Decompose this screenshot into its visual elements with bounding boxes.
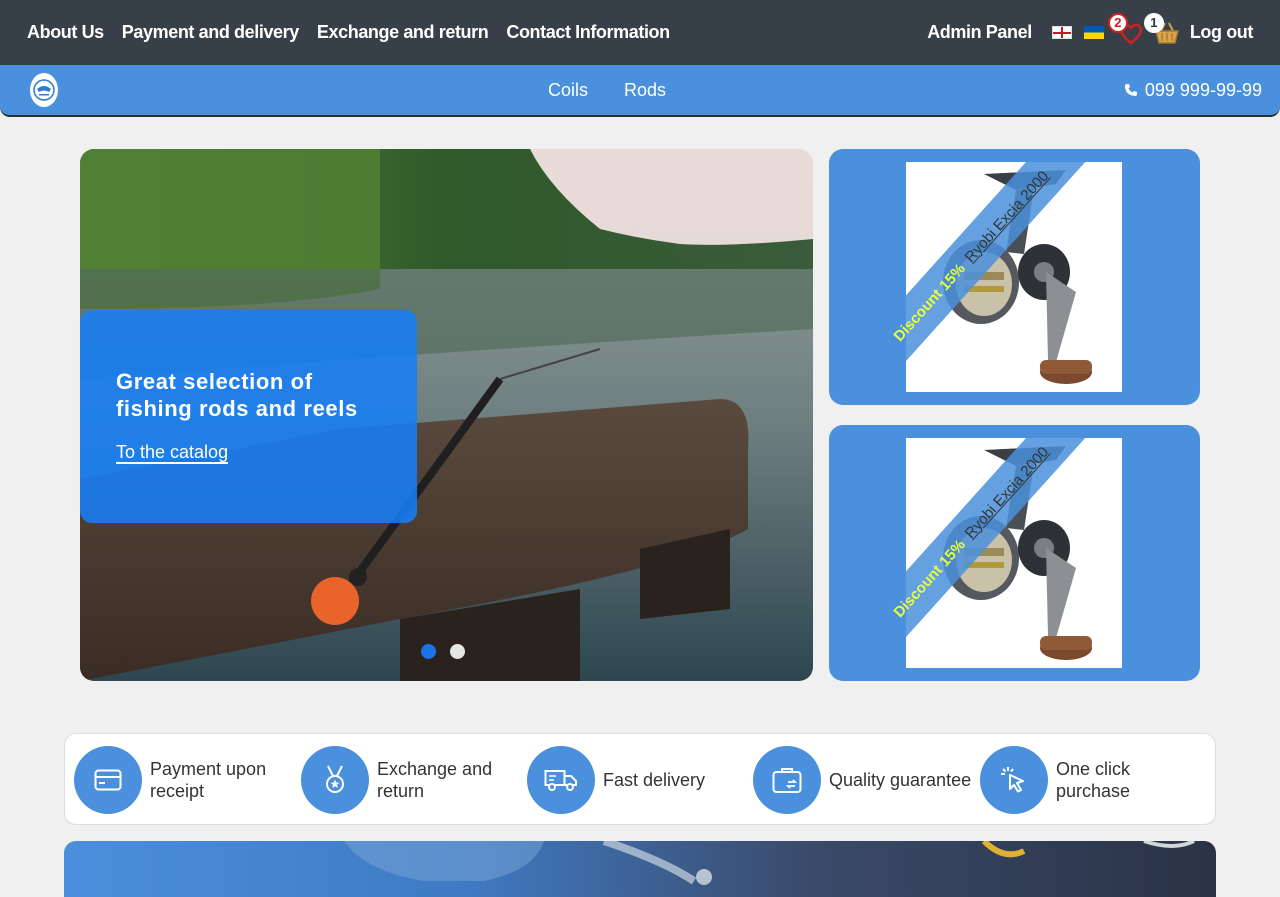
feature-label: Quality guarantee <box>829 770 972 790</box>
feature-payment-upon-receipt: Payment upon receipt <box>74 746 280 814</box>
feature-exchange-and-return: Exchange and return <box>301 746 507 814</box>
hero-promo-card: Great selection of fishing rods and reel… <box>80 310 417 523</box>
bottom-banner <box>64 841 1216 897</box>
category-rods[interactable]: Rods <box>624 80 666 101</box>
feature-icon-circle <box>74 746 142 814</box>
nav-payment-delivery[interactable]: Payment and delivery <box>122 22 299 43</box>
briefcase-icon <box>772 768 802 793</box>
hero-title-line2: fishing rods and reels <box>116 396 358 421</box>
cart-count-badge: 1 <box>1143 12 1164 33</box>
feature-icon-circle <box>301 746 369 814</box>
logout-link[interactable]: Log out <box>1190 22 1254 43</box>
hero-slider[interactable]: Great selection of fishing rods and reel… <box>80 149 813 681</box>
feature-label: Payment upon receipt <box>150 759 267 801</box>
cart-button[interactable]: 1 <box>1143 12 1182 48</box>
category-nav: Coils Rods <box>548 65 666 115</box>
hero-title-line1: Great selection of <box>116 369 313 394</box>
favorites-button[interactable]: 2 <box>1107 12 1146 48</box>
top-nav: About Us Payment and delivery Exchange a… <box>27 0 670 65</box>
promo-card[interactable]: Discount 15% Ryobi Excia 2000 <box>829 149 1200 405</box>
slider-dot-2[interactable] <box>450 644 465 659</box>
english-flag-icon[interactable] <box>1051 26 1072 39</box>
slider-dots <box>421 644 465 659</box>
ukraine-flag-icon[interactable] <box>1083 26 1104 39</box>
site-logo[interactable] <box>30 73 58 107</box>
top-right-actions: Admin Panel 2 1 Log out <box>927 0 1253 65</box>
truck-icon <box>544 770 577 791</box>
feature-icon-circle <box>527 746 595 814</box>
admin-panel-link[interactable]: Admin Panel <box>927 22 1032 43</box>
feature-fast-delivery: Fast delivery <box>527 746 733 814</box>
favorites-count-badge: 2 <box>1107 12 1128 33</box>
to-catalog-link[interactable]: To the catalog <box>116 442 229 464</box>
slider-dot-1[interactable] <box>421 644 436 659</box>
cursor-click-icon <box>1001 767 1024 793</box>
category-bar: Coils Rods 099 999-99-99 <box>0 65 1280 117</box>
feature-icon-circle <box>753 746 821 814</box>
medal-icon <box>326 765 344 793</box>
feature-label: One click purchase <box>1056 759 1131 801</box>
promo-card[interactable]: Discount 15% Ryobi Excia 2000 <box>829 425 1200 681</box>
phone-icon <box>1124 84 1137 96</box>
feature-quality-guarantee: Quality guarantee <box>753 746 979 814</box>
nav-exchange-return[interactable]: Exchange and return <box>317 22 489 43</box>
feature-icon-circle <box>980 746 1048 814</box>
feature-label: Exchange and return <box>377 759 493 801</box>
logo-icon <box>33 79 55 101</box>
nav-about-us[interactable]: About Us <box>27 22 104 43</box>
phone-text: 099 999-99-99 <box>1144 79 1262 100</box>
feature-one-click-purchase: One click purchase <box>980 746 1186 814</box>
features-bar: Payment upon receipt Exchange and return… <box>64 733 1216 825</box>
top-bar: About Us Payment and delivery Exchange a… <box>0 0 1280 65</box>
nav-contact-information[interactable]: Contact Information <box>506 22 670 43</box>
category-coils[interactable]: Coils <box>548 80 588 101</box>
card-icon <box>94 769 122 791</box>
phone-number[interactable]: 099 999-99-99 <box>1124 65 1262 115</box>
fishing-gear-banner-image <box>344 841 1195 885</box>
feature-label: Fast delivery <box>603 770 706 790</box>
